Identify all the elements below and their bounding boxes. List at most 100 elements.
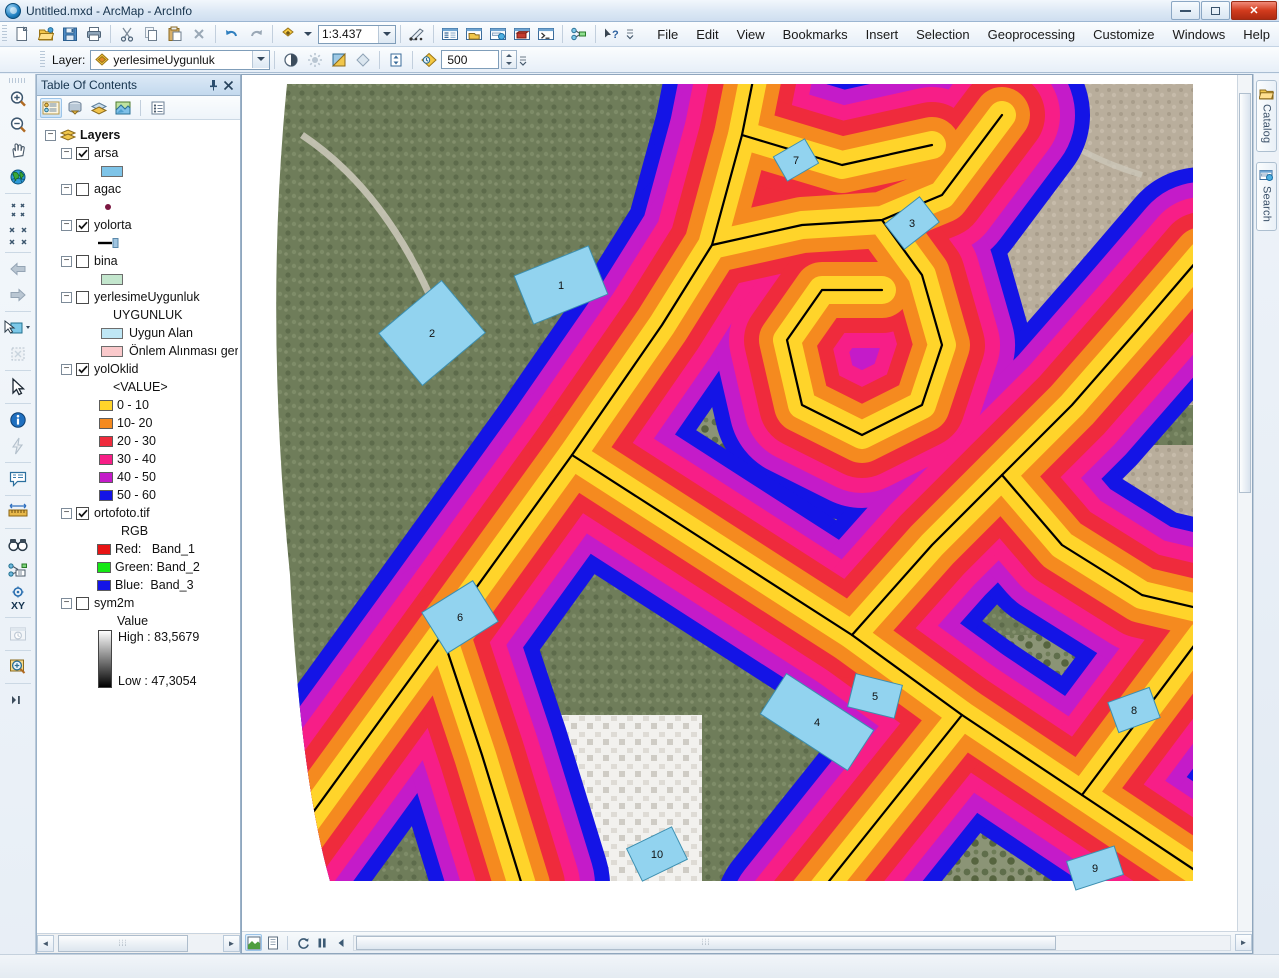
toc-scroll-track[interactable]: ⦙⦙⦙ <box>54 935 223 952</box>
python-window-icon[interactable] <box>535 23 557 45</box>
expand-toggle-icon[interactable]: − <box>61 183 72 195</box>
paste-icon[interactable] <box>164 23 186 45</box>
layer-visibility-checkbox[interactable] <box>76 362 89 376</box>
zoom-in-tool[interactable] <box>4 86 32 112</box>
list-by-visibility-icon[interactable] <box>88 98 110 118</box>
catalog-tab[interactable]: Catalog <box>1256 80 1277 153</box>
zoom-out-tool[interactable] <box>4 112 32 138</box>
redo-icon[interactable] <box>245 23 267 45</box>
undo-icon[interactable] <box>221 23 243 45</box>
delete-icon[interactable] <box>188 23 210 45</box>
editor-toolbar-icon[interactable] <box>406 23 428 45</box>
previous-extent-icon[interactable] <box>332 934 349 951</box>
data-view-icon[interactable] <box>245 934 262 951</box>
toc-layer-yerlesimeuygunluk[interactable]: − yerlesimeUygunluk <box>39 288 238 306</box>
map-scroll-right-arrow-icon[interactable]: ► <box>1235 934 1252 951</box>
go-back-extent-tool[interactable] <box>4 256 32 282</box>
options-icon[interactable] <box>147 98 169 118</box>
go-forward-extent-tool[interactable] <box>4 282 32 308</box>
tools-toolbar-grip[interactable] <box>8 78 27 83</box>
toc-layer-yolorta[interactable]: − yolorta <box>39 216 238 234</box>
identify-tool[interactable] <box>4 407 32 433</box>
clear-selection-tool[interactable] <box>4 341 32 367</box>
create-viewer-window-tool[interactable] <box>4 654 32 680</box>
flicker-icon[interactable] <box>385 49 407 71</box>
toc-horizontal-scrollbar[interactable]: ◄ ⦙⦙⦙ ► <box>37 933 240 953</box>
menu-help[interactable]: Help <box>1234 23 1279 46</box>
full-extent-tool[interactable] <box>4 164 32 190</box>
layer-visibility-checkbox[interactable] <box>76 218 89 232</box>
print-icon[interactable] <box>83 23 105 45</box>
effects-toolbar-grip[interactable] <box>40 50 45 69</box>
expand-tools-icon[interactable] <box>4 687 32 713</box>
map-canvas[interactable]: 1 2 3 4 5 6 7 8 9 10 <box>242 75 1252 931</box>
scroll-right-arrow-icon[interactable]: ► <box>223 935 240 952</box>
expand-toggle-icon[interactable]: − <box>61 219 72 231</box>
menu-geoprocessing[interactable]: Geoprocessing <box>979 23 1084 46</box>
toolbar-overflow-icon[interactable] <box>625 23 635 45</box>
menu-selection[interactable]: Selection <box>907 23 978 46</box>
pin-icon[interactable] <box>206 78 221 93</box>
save-icon[interactable] <box>59 23 81 45</box>
toc-layer-agac[interactable]: − agac <box>39 180 238 198</box>
flicker-rate-input[interactable]: 500 <box>441 50 500 69</box>
open-icon[interactable] <box>35 23 57 45</box>
toc-root-layers[interactable]: − Layers <box>39 126 238 144</box>
layout-view-icon[interactable] <box>264 934 281 951</box>
whats-this-help-icon[interactable]: ? <box>601 23 623 45</box>
menu-insert[interactable]: Insert <box>857 23 908 46</box>
toc-scroll-thumb[interactable]: ⦙⦙⦙ <box>58 935 188 952</box>
select-features-tool[interactable] <box>1 315 35 341</box>
search-tab[interactable]: Search <box>1256 162 1277 232</box>
menu-file[interactable]: File <box>648 23 687 46</box>
arctoolbox-icon[interactable] <box>511 23 533 45</box>
close-icon[interactable] <box>221 78 236 93</box>
toc-layer-yoloklid[interactable]: − yolOklid <box>39 360 238 378</box>
expand-toggle-icon[interactable]: − <box>61 255 72 267</box>
expand-toggle-icon[interactable]: − <box>61 147 72 159</box>
hyperlink-tool[interactable] <box>4 433 32 459</box>
menu-windows[interactable]: Windows <box>1164 23 1235 46</box>
scroll-left-arrow-icon[interactable]: ◄ <box>37 935 54 952</box>
layer-visibility-checkbox[interactable] <box>76 254 89 268</box>
map-scale-dropdown-icon[interactable] <box>378 25 396 43</box>
layer-visibility-checkbox[interactable] <box>76 596 89 610</box>
measure-tool[interactable] <box>4 499 32 525</box>
menu-customize[interactable]: Customize <box>1084 23 1163 46</box>
select-elements-tool[interactable] <box>4 374 32 400</box>
spinner-up-icon[interactable] <box>506 53 513 57</box>
cut-icon[interactable] <box>116 23 138 45</box>
transparency-icon[interactable] <box>328 49 350 71</box>
map-hscroll-thumb[interactable]: ⦙⦙⦙ <box>356 935 1056 950</box>
list-by-source-icon[interactable] <box>64 98 86 118</box>
new-map-icon[interactable] <box>11 23 33 45</box>
close-button[interactable]: ✕ <box>1231 1 1277 20</box>
map-vscroll-thumb[interactable] <box>1239 93 1251 493</box>
expand-toggle-icon[interactable]: − <box>61 363 72 375</box>
map-horizontal-scroll-track[interactable]: ⦙⦙⦙ <box>353 934 1231 951</box>
go-to-xy-tool[interactable]: XY <box>4 584 32 614</box>
toc-layer-arsa[interactable]: − arsa <box>39 144 238 162</box>
add-data-dropdown-icon[interactable] <box>302 23 313 45</box>
html-popup-tool[interactable] <box>4 466 32 492</box>
toc-layer-ortofoto[interactable]: − ortofoto.tif <box>39 504 238 522</box>
fixed-zoom-out-tool[interactable] <box>4 223 32 249</box>
flicker-rate-spinner[interactable] <box>501 50 518 69</box>
refresh-view-icon[interactable] <box>294 934 311 951</box>
menu-bookmarks[interactable]: Bookmarks <box>774 23 857 46</box>
pan-tool[interactable] <box>4 138 32 164</box>
effects-layer-combobox[interactable]: yerlesimeUygunluk <box>90 49 271 70</box>
catalog-window-icon[interactable] <box>463 23 485 45</box>
minimize-button[interactable] <box>1171 1 1200 20</box>
expand-toggle-icon[interactable]: − <box>61 597 72 609</box>
effects-overflow-icon[interactable] <box>518 49 528 71</box>
flicker-rate-icon[interactable] <box>418 49 440 71</box>
find-tool[interactable] <box>4 532 32 558</box>
swipe-icon[interactable] <box>352 49 374 71</box>
layer-visibility-checkbox[interactable] <box>76 506 89 520</box>
table-of-contents-icon[interactable] <box>439 23 461 45</box>
restore-button[interactable] <box>1201 1 1230 20</box>
add-data-icon[interactable] <box>278 23 300 45</box>
contrast-icon[interactable] <box>280 49 302 71</box>
search-window-icon[interactable] <box>487 23 509 45</box>
